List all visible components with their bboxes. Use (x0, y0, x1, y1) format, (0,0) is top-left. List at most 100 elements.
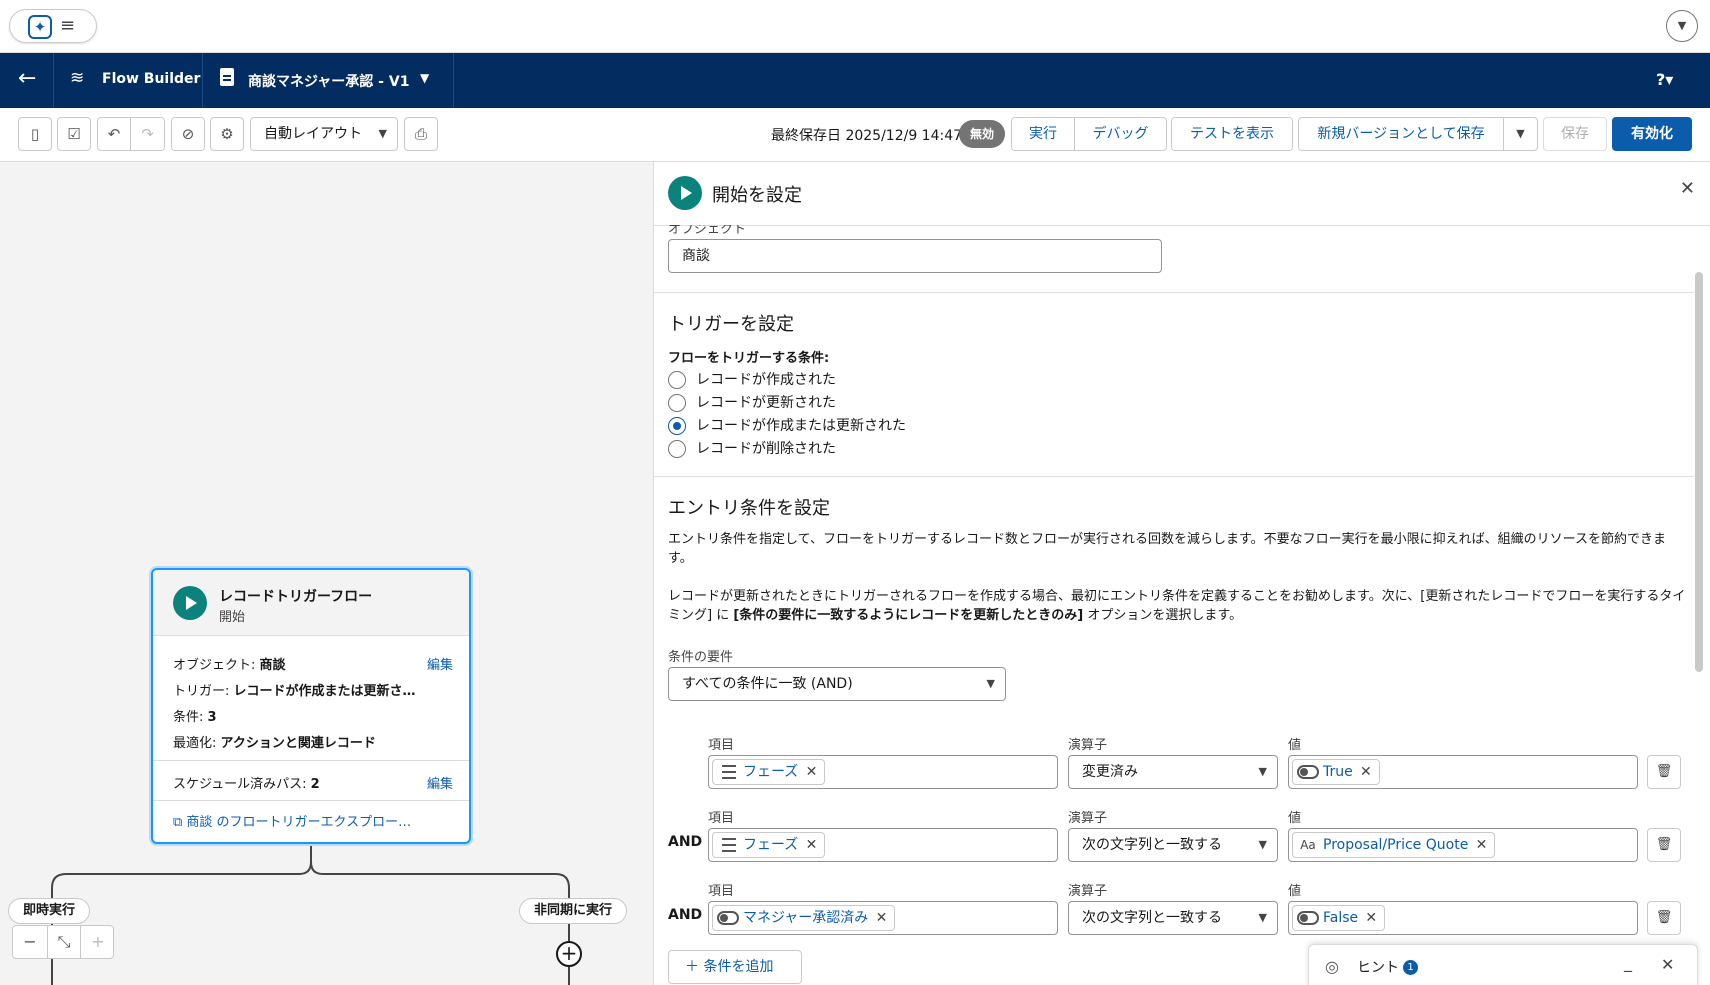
condition-field-input[interactable]: フェーズ ✕ (708, 755, 1058, 789)
minimize-icon[interactable]: _ (1624, 953, 1632, 972)
delete-condition-button[interactable]: 🗑 (1647, 901, 1681, 935)
condition-operator-select[interactable]: 変更済み ▼ (1068, 755, 1278, 789)
remove-icon[interactable]: ✕ (876, 906, 888, 930)
builder-toolbar: ▯ ☑ ↶ ↷ ⊘ ⚙ 自動レイアウト ▼ ⎙ 最終保存日 2025/12/9 … (0, 108, 1710, 162)
condition-value-input[interactable]: True ✕ (1288, 755, 1638, 789)
radio-record-updated[interactable]: レコードが更新された (668, 394, 836, 412)
text-type-icon: Aa (1300, 838, 1316, 852)
profile-dropdown-button[interactable]: ▼ (1666, 10, 1698, 42)
back-arrow-icon[interactable]: ← (18, 67, 36, 91)
object-input[interactable]: 商談 (668, 239, 1162, 273)
operator-column-label: 演算子 (1068, 811, 1108, 826)
hint-dock[interactable]: ◎ ヒント 1 _ ✕ (1308, 944, 1698, 985)
field-chip[interactable]: マネジャー承認済み ✕ (712, 905, 896, 931)
radio-record-deleted[interactable]: レコードが削除された (668, 440, 836, 458)
toggle-toolbox-button[interactable]: ▯ (18, 117, 52, 151)
settings-button[interactable]: ⚙ (210, 117, 244, 151)
save-as-new-version-button[interactable]: 新規バージョンとして保存 (1298, 117, 1504, 151)
radio-record-created[interactable]: レコードが作成された (668, 371, 836, 389)
show-tests-button[interactable]: テストを表示 (1171, 117, 1293, 151)
condition-operator-select[interactable]: 次の文字列と一致する ▼ (1068, 828, 1278, 862)
plus-icon: ＋ (685, 959, 704, 975)
edit-link[interactable]: 編集 (427, 773, 453, 792)
chevron-down-icon: ▼ (378, 127, 387, 140)
redo-icon: ↷ (141, 125, 154, 143)
activate-button[interactable]: 有効化 (1612, 117, 1692, 151)
trigger-explorer-link[interactable]: ⧉ 商談 のフロートリガーエクスプロー… (173, 811, 411, 830)
delete-condition-button[interactable]: 🗑 (1647, 755, 1681, 789)
last-saved-text: 最終保存日 2025/12/9 14:47 (771, 128, 963, 144)
hint-count-badge: 1 (1403, 960, 1418, 975)
flow-icon: ≋ (70, 68, 85, 88)
save-options-dropdown[interactable]: ▼ (1503, 117, 1538, 151)
value-column-label: 値 (1288, 811, 1302, 826)
zoom-out-button[interactable]: − (13, 926, 47, 958)
layout-select[interactable]: 自動レイアウト ▼ (250, 117, 398, 151)
panel-header: 開始を設定 ✕ (654, 162, 1710, 226)
remove-icon[interactable]: ✕ (1476, 833, 1488, 857)
node-conditions-row: 条件: 3 (173, 710, 217, 725)
operator-column-label: 演算子 (1068, 884, 1108, 899)
start-node-card[interactable]: レコードトリガーフロー 開始 オブジェクト: 商談 編集 トリガー: レコードが… (151, 568, 471, 844)
play-icon (173, 586, 207, 620)
start-node-header: レコードトリガーフロー 開始 (153, 570, 469, 636)
trash-icon: 🗑 (1655, 764, 1673, 779)
field-column-label: 項目 (708, 811, 735, 826)
path-label-async: 非同期に実行 (519, 898, 628, 924)
delete-condition-button[interactable]: 🗑 (1647, 828, 1681, 862)
app-launcher-button[interactable]: ✦ ≡ (9, 9, 97, 43)
requirement-select[interactable]: すべての条件に一致 (AND) ▼ (668, 667, 1006, 701)
field-column-label: 項目 (708, 884, 735, 899)
disable-button[interactable]: ⊘ (171, 117, 205, 151)
add-element-button[interactable]: + (556, 941, 582, 967)
zoom-in-button[interactable]: + (81, 926, 115, 958)
and-label: AND (668, 907, 703, 923)
print-button[interactable]: ⎙ (404, 117, 438, 151)
requirement-label: 条件の要件 (668, 650, 734, 665)
node-title: レコードトリガーフロー (219, 589, 373, 605)
add-condition-button[interactable]: ＋ 条件を追加 (668, 950, 802, 984)
field-chip[interactable]: フェーズ ✕ (712, 759, 826, 785)
value-column-label: 値 (1288, 884, 1302, 899)
condition-value-input[interactable]: Aa Proposal/Price Quote ✕ (1288, 828, 1638, 862)
chevron-down-icon: ▼ (1258, 911, 1267, 924)
help-menu-button[interactable]: ?▾ (1656, 70, 1673, 89)
condition-field-input[interactable]: フェーズ ✕ (708, 828, 1058, 862)
divider (654, 292, 1694, 293)
panel-scrollbar[interactable] (1695, 272, 1703, 672)
picklist-icon (722, 838, 736, 852)
redo-button[interactable]: ↷ (131, 117, 165, 151)
value-column-label: 値 (1288, 738, 1302, 753)
remove-icon[interactable]: ✕ (806, 833, 818, 857)
field-chip[interactable]: フェーズ ✕ (712, 832, 826, 858)
trigger-heading: トリガーを設定 (668, 314, 794, 335)
close-icon[interactable]: ✕ (1661, 955, 1674, 974)
edit-link[interactable]: 編集 (427, 654, 453, 673)
radio-record-created-or-updated[interactable]: レコードが作成または更新された (668, 417, 906, 435)
path-label-immediate: 即時実行 (8, 898, 91, 924)
app-brand: Flow Builder (102, 71, 201, 87)
fit-view-button[interactable]: ⤡ (47, 926, 81, 958)
node-optimize-row: 最適化: アクションと関連レコード (173, 736, 376, 751)
condition-operator-select[interactable]: 次の文字列と一致する ▼ (1068, 901, 1278, 935)
check-errors-button[interactable]: ☑ (57, 117, 91, 151)
start-config-panel: 開始を設定 ✕ オブジェクト 商談 トリガーを設定 フローをトリガーする条件: … (653, 162, 1710, 985)
remove-icon[interactable]: ✕ (806, 760, 818, 784)
undo-button[interactable]: ↶ (97, 117, 131, 151)
value-chip[interactable]: Aa Proposal/Price Quote ✕ (1292, 832, 1496, 858)
value-chip[interactable]: False ✕ (1292, 905, 1386, 931)
value-chip[interactable]: True ✕ (1292, 759, 1380, 785)
close-icon[interactable]: ✕ (1680, 178, 1695, 199)
run-button[interactable]: 実行 (1011, 117, 1075, 151)
top-utility-bar: ✦ ≡ ▼ (0, 0, 1710, 53)
debug-button[interactable]: デバッグ (1074, 117, 1167, 151)
condition-field-input[interactable]: マネジャー承認済み ✕ (708, 901, 1058, 935)
and-label: AND (668, 834, 703, 850)
save-button[interactable]: 保存 (1543, 117, 1607, 151)
remove-icon[interactable]: ✕ (1365, 906, 1377, 930)
flow-builder-header: ← ≋ Flow Builder 商談マネジャー承認 - V1 ▼ ?▾ (0, 53, 1710, 108)
chevron-down-icon[interactable]: ▼ (420, 71, 429, 85)
condition-value-input[interactable]: False ✕ (1288, 901, 1638, 935)
flow-name[interactable]: 商談マネジャー承認 - V1 (248, 71, 409, 91)
remove-icon[interactable]: ✕ (1360, 760, 1372, 784)
